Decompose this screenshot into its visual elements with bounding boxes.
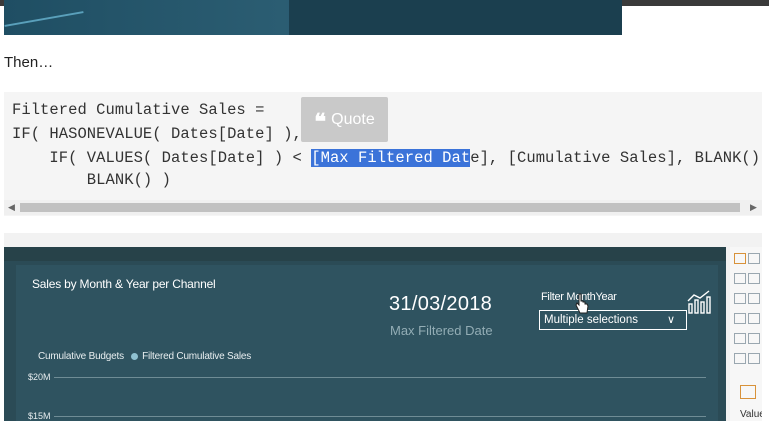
chart-visual: Sales by Month & Year per Channel 31/03/…	[16, 265, 718, 421]
pane-label-value: Value	[740, 409, 762, 420]
slicer-dropdown[interactable]: Multiple selections ∨	[539, 310, 687, 330]
fields-icon[interactable]	[740, 385, 756, 399]
map-icon[interactable]	[734, 313, 746, 324]
code-line-4: BLANK() )	[12, 171, 171, 189]
chart-line-fragment	[4, 11, 84, 27]
selected-text[interactable]: [Max Filtered Dat	[311, 149, 471, 167]
card-icon[interactable]	[734, 333, 746, 344]
report-header-band	[4, 247, 726, 261]
table-icon[interactable]	[748, 333, 760, 344]
legend-item-filtered-cumulative-sales: Filtered Cumulative Sales	[142, 351, 252, 362]
matrix-icon[interactable]	[748, 353, 760, 364]
ribbon-chart-icon[interactable]	[748, 293, 760, 304]
card-label: Max Filtered Date	[390, 323, 493, 338]
code-line-3: IF( VALUES( Dates[Date] ) < [Max Filtere…	[12, 149, 762, 167]
horizontal-scrollbar[interactable]: ◀ ▶	[4, 200, 762, 215]
combo-chart-icon[interactable]	[734, 293, 746, 304]
code-line-3-start: IF( VALUES( Dates[Date] ) <	[12, 149, 312, 167]
code-line-1: Filtered Cumulative Sales =	[12, 101, 265, 119]
report-canvas: Sales by Month & Year per Channel 31/03/…	[4, 247, 726, 421]
line-chart-type-icon[interactable]	[734, 273, 746, 284]
chart-title: Sales by Month & Year per Channel	[32, 277, 216, 291]
treemap-icon[interactable]	[748, 313, 760, 324]
code-line-2: IF( HASONEVALUE( Dates[Date] ),	[12, 125, 302, 143]
quote-marks-icon: ❝	[314, 108, 327, 135]
slicer-selected-value: Multiple selections	[544, 314, 638, 326]
gridline-20m	[54, 377, 706, 378]
report-screenshot-top	[4, 0, 622, 35]
y-tick-15m: $15M	[28, 411, 51, 421]
scrollbar-thumb[interactable]	[20, 203, 740, 212]
visualizations-pane: Value	[730, 247, 762, 421]
y-tick-20m: $20M	[28, 372, 51, 382]
scroll-left-arrow-icon[interactable]: ◀	[8, 202, 15, 213]
column-chart-icon[interactable]	[748, 253, 760, 264]
area-chart-icon[interactable]	[748, 273, 760, 284]
quote-button[interactable]: ❝ Quote	[301, 97, 388, 142]
code-block: Filtered Cumulative Sales = IF( HASONEVA…	[4, 92, 762, 216]
hand-cursor-icon	[575, 293, 589, 314]
scroll-right-arrow-icon[interactable]: ▶	[750, 202, 757, 213]
legend-dot-icon	[130, 352, 138, 360]
chart-legend: Cumulative Budgets Filtered Cumulative S…	[38, 351, 251, 362]
powerbi-screenshot: Sales by Month & Year per Channel 31/03/…	[4, 233, 762, 421]
scatter-icon[interactable]	[734, 353, 746, 364]
code-line-3-end: e], [Cumulative Sales], BLANK() ),	[470, 149, 762, 167]
dark-panel	[289, 0, 622, 35]
chevron-down-icon: ∨	[667, 314, 676, 326]
gridline-15m	[54, 416, 706, 417]
quote-button-label: Quote	[331, 110, 375, 128]
line-chart-icon[interactable]	[686, 289, 712, 315]
card-value: 31/03/2018	[389, 293, 493, 315]
stacked-bar-icon[interactable]	[734, 253, 746, 264]
legend-item-cumulative-budgets: Cumulative Budgets	[38, 351, 124, 362]
body-text-then: Then…	[4, 54, 54, 71]
